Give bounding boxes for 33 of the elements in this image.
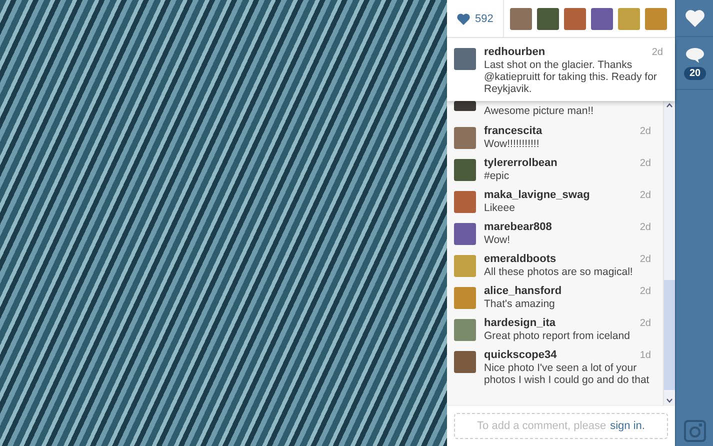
comment-text: That's amazing [484,298,556,310]
comment-time: 2d [640,285,651,298]
comment-text: Nice photo I've seen a lot of your photos I wish I could go and do that [484,362,650,386]
comment-text: Awesome picture man!! [484,105,595,117]
like-count: 592 [475,12,494,24]
comment-text: #epic [484,170,510,182]
comment-text: Wow!!!!!!!!!!! [484,138,540,150]
username-link[interactable]: hardesign_ita [484,317,556,330]
username-link[interactable]: alice_hansford [484,285,562,298]
comment-time: 2d [640,189,651,202]
comment-time: 1d [640,349,651,362]
username-link[interactable]: emeraldboots [484,253,556,266]
sign-in-link[interactable]: sign in. [610,420,645,432]
username-link[interactable]: tylererrolbean [484,157,558,170]
username-link[interactable]: francescita [484,125,542,138]
username-link[interactable]: quickscope34 [484,349,557,362]
comment-time: 2d [640,317,651,330]
comment-count-badge: 20 [684,66,706,80]
comment-time: 2d [652,46,663,59]
comment-time: 2d [640,253,651,266]
comment-time: 2d [640,221,651,234]
comment-text: Wow! [484,234,512,246]
comment-prompt: To add a comment, please [477,420,606,432]
comment-text: Last shot on the glacier. Thanks @katiepruitt for taking this. Ready for Reykjavik. [484,59,658,95]
username-link[interactable]: redhourben [484,46,546,59]
username-link[interactable]: marebear808 [484,221,552,234]
comment-text: Great photo report from iceland [484,330,631,342]
username-link[interactable]: maka_lavigne_swag [484,189,590,202]
comment-text: All these photos are so magical! [484,266,634,278]
comment-text: Likeee [484,202,516,214]
comment-time: 2d [640,125,651,138]
comment-time: 2d [640,157,651,170]
comment-field[interactable]: To add a comment, please sign in. [454,413,668,439]
